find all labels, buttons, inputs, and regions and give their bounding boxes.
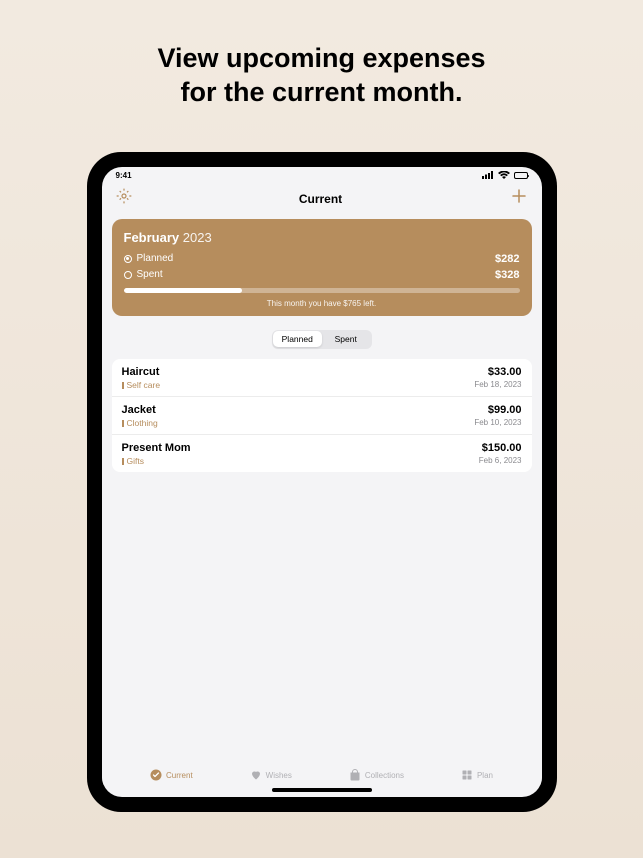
- status-time: 9:41: [116, 171, 132, 180]
- tab-collections[interactable]: Collections: [349, 769, 404, 781]
- tablet-frame: 9:41 Current February 2023 Pla: [87, 152, 557, 812]
- expense-amount: $33.00: [474, 366, 521, 378]
- grid-icon: [461, 769, 473, 781]
- summary-footer: This month you have $765 left.: [124, 299, 520, 308]
- expense-title: Jacket: [122, 404, 158, 416]
- radio-icon: [124, 255, 132, 263]
- tab-plan[interactable]: Plan: [461, 769, 493, 781]
- expense-date: Feb 10, 2023: [474, 418, 521, 427]
- expense-category: Gifts: [122, 456, 191, 466]
- tab-label: Current: [166, 771, 193, 780]
- segment-control[interactable]: Planned Spent: [272, 330, 372, 349]
- summary-row-label: Spent: [137, 269, 163, 280]
- segment-spent[interactable]: Spent: [322, 331, 371, 347]
- promo-headline: View upcoming expenses for the current m…: [0, 0, 643, 134]
- tab-label: Collections: [365, 771, 404, 780]
- navigation-bar: Current: [102, 183, 542, 217]
- home-indicator[interactable]: [272, 788, 372, 792]
- summary-row-spent[interactable]: Spent $328: [124, 269, 520, 281]
- expense-date: Feb 6, 2023: [479, 456, 522, 465]
- expense-list: Haircut Self care $33.00 Feb 18, 2023 Ja…: [112, 359, 532, 472]
- expense-item[interactable]: Jacket Clothing $99.00 Feb 10, 2023: [112, 397, 532, 435]
- status-bar: 9:41: [102, 167, 542, 183]
- page-title: Current: [299, 192, 342, 206]
- expense-title: Present Mom: [122, 442, 191, 454]
- tab-label: Plan: [477, 771, 493, 780]
- expense-date: Feb 18, 2023: [474, 380, 521, 389]
- month-summary-card: February 2023 Planned $282 Spent $328 Th…: [112, 219, 532, 316]
- tab-wishes[interactable]: Wishes: [250, 769, 292, 781]
- signal-icon: [482, 171, 494, 181]
- expense-item[interactable]: Haircut Self care $33.00 Feb 18, 2023: [112, 359, 532, 397]
- summary-row-label: Planned: [137, 253, 174, 264]
- summary-row-value: $328: [495, 269, 519, 281]
- promo-line-2: for the current month.: [181, 77, 463, 107]
- segment-planned[interactable]: Planned: [273, 331, 322, 347]
- expense-category: Clothing: [122, 418, 158, 428]
- wifi-icon: [498, 171, 510, 181]
- expense-title: Haircut: [122, 366, 161, 378]
- summary-row-planned[interactable]: Planned $282: [124, 253, 520, 265]
- battery-icon: [514, 172, 528, 179]
- add-button[interactable]: [510, 187, 528, 211]
- settings-button[interactable]: [116, 188, 132, 209]
- bag-icon: [349, 769, 361, 781]
- summary-month: February 2023: [124, 230, 520, 245]
- budget-progress-fill: [124, 288, 243, 293]
- status-indicators: [482, 171, 528, 181]
- expense-amount: $150.00: [479, 442, 522, 454]
- expense-item[interactable]: Present Mom Gifts $150.00 Feb 6, 2023: [112, 435, 532, 472]
- budget-progress: [124, 288, 520, 293]
- expense-category: Self care: [122, 380, 161, 390]
- promo-line-1: View upcoming expenses: [157, 43, 485, 73]
- tab-label: Wishes: [266, 771, 292, 780]
- heart-icon: [250, 769, 262, 781]
- check-icon: [150, 769, 162, 781]
- tab-current[interactable]: Current: [150, 769, 193, 781]
- summary-row-value: $282: [495, 253, 519, 265]
- radio-icon: [124, 271, 132, 279]
- tab-bar: Current Wishes Collections Plan: [102, 763, 542, 785]
- app-screen: 9:41 Current February 2023 Pla: [102, 167, 542, 797]
- expense-amount: $99.00: [474, 404, 521, 416]
